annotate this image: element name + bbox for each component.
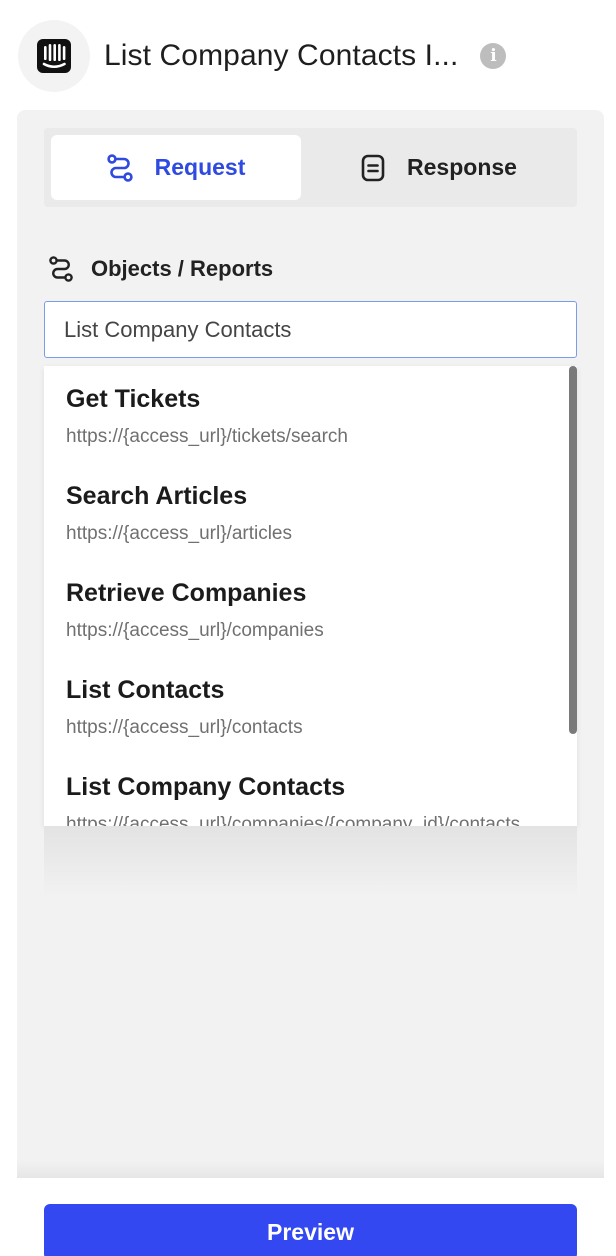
option-title: Retrieve Companies <box>66 579 307 607</box>
objects-search-input[interactable] <box>44 301 577 358</box>
tab-request-label: Request <box>154 154 246 180</box>
request-panel: Request Response Objects / Reports List … <box>17 110 604 1176</box>
tab-request[interactable]: Request <box>51 135 301 200</box>
route-icon <box>106 153 133 182</box>
dropdown-shadow <box>44 826 577 898</box>
option-url: https://{access_url}/articles <box>66 523 292 544</box>
dropdown-option[interactable]: Get Tickets https://{access_url}/tickets… <box>44 366 577 463</box>
tab-response-label: Response <box>407 154 517 180</box>
dropdown-option[interactable]: List Company Contacts https://{access_ur… <box>44 754 577 826</box>
option-title: List Contacts <box>66 676 225 704</box>
route-icon <box>49 256 73 282</box>
header: List Company Contacts I... i <box>18 20 608 92</box>
option-url: https://{access_url}/companies <box>66 620 324 641</box>
panel-bottom-shadow <box>17 1160 604 1178</box>
page-title: List Company Contacts I... <box>104 39 459 72</box>
section-label-text: Objects / Reports <box>91 256 274 281</box>
option-title: Get Tickets <box>66 385 201 413</box>
option-title: Search Articles <box>66 482 248 510</box>
info-icon[interactable]: i <box>480 43 507 69</box>
option-url: https://{access_url}/tickets/search <box>66 426 348 447</box>
intercom-logo-icon <box>37 39 71 73</box>
option-url: https://{access_url}/companies/{company_… <box>66 814 521 826</box>
tab-bar: Request Response <box>44 128 577 207</box>
option-url: https://{access_url}/contacts <box>66 717 303 738</box>
option-title: List Company Contacts <box>66 773 346 801</box>
document-icon <box>361 154 385 182</box>
dropdown-scrollbar[interactable] <box>569 366 577 734</box>
dropdown-option[interactable]: Search Articles https://{access_url}/art… <box>44 463 577 560</box>
objects-dropdown: Get Tickets https://{access_url}/tickets… <box>44 366 577 826</box>
tab-response[interactable]: Response <box>308 135 570 200</box>
objects-reports-label: Objects / Reports <box>49 256 273 282</box>
app-logo <box>18 20 90 92</box>
preview-button[interactable]: Preview <box>44 1204 577 1256</box>
dropdown-option[interactable]: List Contacts https://{access_url}/conta… <box>44 657 577 754</box>
dropdown-option[interactable]: Retrieve Companies https://{access_url}/… <box>44 560 577 657</box>
